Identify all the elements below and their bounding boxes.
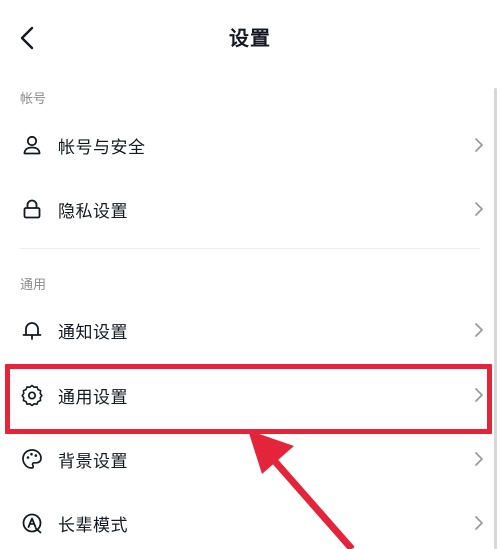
settings-item-background[interactable]: 背景设置 — [0, 426, 500, 490]
settings-item-label: 长辈模式 — [58, 516, 128, 536]
settings-item-label: 通知设置 — [58, 323, 128, 343]
settings-item-account-security[interactable]: 帐号与安全 — [0, 112, 500, 176]
section-label-account: 帐号 — [20, 92, 47, 107]
settings-item-label: 隐私设置 — [58, 202, 128, 222]
settings-item-elder-mode[interactable]: 长辈模式 — [0, 490, 500, 549]
chevron-right-icon — [475, 138, 483, 152]
highlight-box — [5, 364, 492, 434]
settings-item-label: 背景设置 — [58, 452, 128, 472]
chevron-right-icon — [475, 452, 483, 466]
user-icon — [23, 135, 41, 155]
chevron-right-icon — [475, 516, 483, 530]
elder-mode-icon — [22, 513, 42, 534]
section-label-general: 通用 — [20, 278, 47, 293]
settings-page: 设置 帐号 帐号与安全 隐私设置 通用 通知设置 通用设置 背景设置 长辈模式 — [0, 0, 500, 549]
settings-item-notifications[interactable]: 通知设置 — [0, 297, 500, 361]
chevron-right-icon — [475, 202, 483, 216]
settings-item-label: 帐号与安全 — [58, 138, 146, 158]
palette-icon — [22, 449, 42, 469]
header: 设置 — [0, 0, 500, 76]
lock-icon — [23, 199, 41, 219]
section-divider — [20, 248, 480, 249]
chevron-right-icon — [475, 323, 483, 337]
settings-item-privacy[interactable]: 隐私设置 — [0, 176, 500, 240]
bell-icon — [22, 322, 42, 340]
page-title: 设置 — [229, 26, 271, 50]
